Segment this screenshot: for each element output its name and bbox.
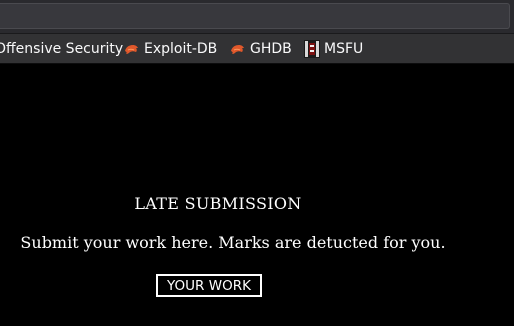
bookmarks-toolbar: Offensive Security Exploit-DB GHDB MSFU	[0, 34, 514, 64]
kali-dragon-icon	[125, 45, 138, 54]
browser-window: Offensive Security Exploit-DB GHDB MSFU …	[0, 0, 514, 326]
kali-dragon-icon	[231, 45, 244, 54]
bookmark-label: Offensive Security	[0, 41, 124, 57]
page-title: LATE SUBMISSION	[134, 194, 302, 213]
page-content: LATE SUBMISSION Submit your work here. M…	[0, 64, 514, 326]
bookmark-offensive-security[interactable]: Offensive Security	[0, 34, 123, 64]
navigation-toolbar	[0, 0, 514, 34]
bookmark-msfu[interactable]: MSFU	[304, 34, 363, 64]
page-description: Submit your work here. Marks are detucte…	[20, 233, 446, 252]
bookmark-exploit-db[interactable]: Exploit-DB	[124, 34, 217, 64]
bookmark-ghdb[interactable]: GHDB	[230, 34, 292, 64]
url-bar[interactable]	[0, 3, 510, 29]
your-work-button[interactable]: YOUR WORK	[156, 274, 262, 297]
bookmark-label: GHDB	[250, 41, 292, 57]
bookmark-label: MSFU	[324, 41, 364, 57]
bookmark-label: Exploit-DB	[144, 41, 218, 57]
msfu-icon	[304, 40, 320, 58]
